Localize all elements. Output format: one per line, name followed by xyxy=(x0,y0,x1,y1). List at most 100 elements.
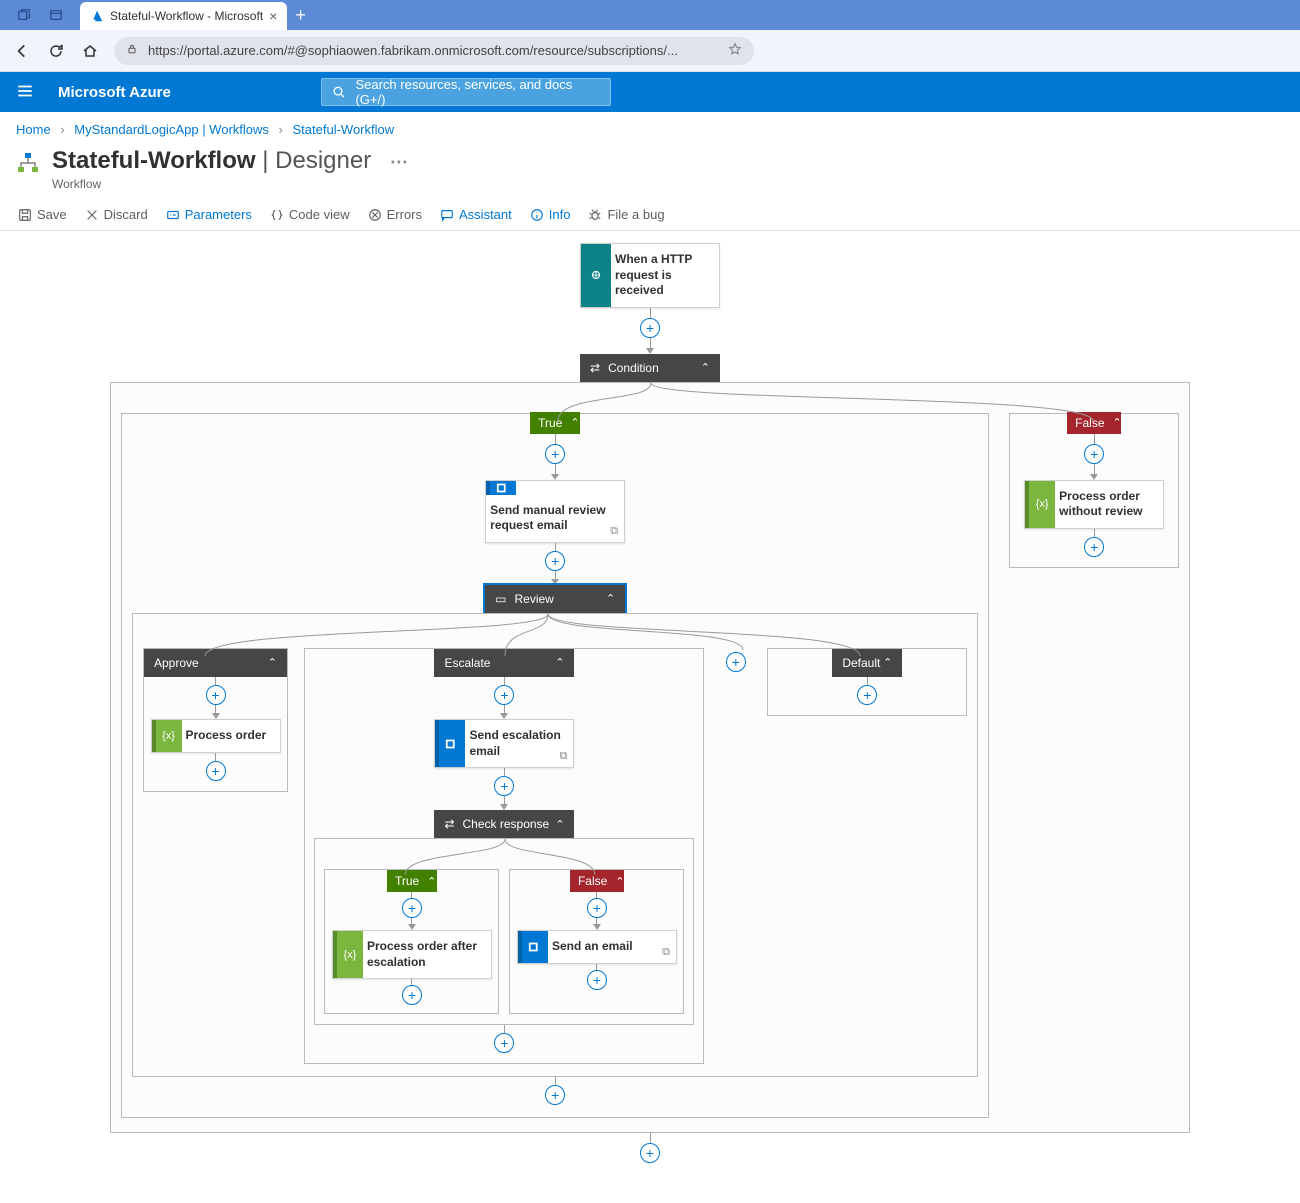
home-button[interactable] xyxy=(80,41,100,61)
url-box[interactable]: https://portal.azure.com/#@sophiaowen.fa… xyxy=(114,37,754,65)
browser-chrome: Stateful-Workflow - Microsoft × + xyxy=(0,0,1300,30)
add-button[interactable]: + xyxy=(494,776,514,796)
assistant-button[interactable]: Assistant xyxy=(440,207,512,222)
window-icon[interactable] xyxy=(14,5,34,25)
braces-icon xyxy=(270,208,284,222)
chevron-up-icon[interactable]: ⌃ xyxy=(606,592,615,605)
outlook-icon xyxy=(435,720,465,767)
add-button[interactable]: + xyxy=(206,685,226,705)
false-branch: False⌃ + {x} Process order without revie… xyxy=(1009,413,1179,568)
default-case: Default⌃ + xyxy=(767,648,967,716)
chevron-up-icon[interactable]: ⌃ xyxy=(701,361,710,374)
approve-case: Approve⌃ + {x} Process order + xyxy=(143,648,288,792)
add-button[interactable]: + xyxy=(545,444,565,464)
parameters-button[interactable]: Parameters xyxy=(166,207,252,222)
check-response-group: True⌃ + {x} Process order after xyxy=(314,838,694,1025)
add-button[interactable]: + xyxy=(402,985,422,1005)
process-order-without-review-node[interactable]: {x} Process order without review xyxy=(1024,480,1164,529)
azure-brand[interactable]: Microsoft Azure xyxy=(58,84,171,101)
approve-header[interactable]: Approve⌃ xyxy=(144,649,287,677)
discard-button[interactable]: Discard xyxy=(85,207,148,222)
chevron-up-icon[interactable]: ⌃ xyxy=(555,818,564,831)
link-icon: ⧉ xyxy=(662,946,670,959)
url-text: https://portal.azure.com/#@sophiaowen.fa… xyxy=(148,43,678,58)
false-chip[interactable]: False⌃ xyxy=(570,870,624,892)
variable-icon: {x} xyxy=(152,720,182,752)
lock-icon xyxy=(126,43,138,58)
default-header[interactable]: Default⌃ xyxy=(832,649,902,677)
breadcrumb-app[interactable]: MyStandardLogicApp | Workflows xyxy=(74,122,269,137)
breadcrumb-workflow[interactable]: Stateful-Workflow xyxy=(293,122,395,137)
inner-false-branch: False⌃ + xyxy=(509,869,684,1014)
chevron-right-icon: › xyxy=(279,122,283,137)
true-chip[interactable]: True⌃ xyxy=(530,412,580,434)
more-icon[interactable]: ⋯ xyxy=(390,152,408,172)
parameters-icon xyxy=(166,208,180,222)
browser-tab[interactable]: Stateful-Workflow - Microsoft × xyxy=(80,2,287,30)
false-chip[interactable]: False⌃ xyxy=(1067,412,1121,434)
add-button[interactable]: + xyxy=(587,898,607,918)
send-escalation-node[interactable]: Send escalation email ⧉ xyxy=(434,719,574,768)
info-button[interactable]: Info xyxy=(530,207,571,222)
process-order-node[interactable]: {x} Process order xyxy=(151,719,281,753)
file-bug-button[interactable]: File a bug xyxy=(588,207,664,222)
back-button[interactable] xyxy=(12,41,32,61)
breadcrumb-home[interactable]: Home xyxy=(16,122,51,137)
add-case-button[interactable]: + xyxy=(726,652,746,672)
add-button[interactable]: + xyxy=(857,685,877,705)
true-chip[interactable]: True⌃ xyxy=(387,870,437,892)
add-button[interactable]: + xyxy=(640,1143,660,1163)
check-response-node[interactable]: ⇄Check response ⌃ xyxy=(434,810,574,838)
tab-title: Stateful-Workflow - Microsoft xyxy=(110,9,263,23)
errors-button[interactable]: Errors xyxy=(368,207,422,222)
hamburger-icon[interactable] xyxy=(16,82,34,103)
page-title: Stateful-Workflow | Designer ⋯ xyxy=(52,147,408,175)
add-button[interactable]: + xyxy=(206,761,226,781)
condition-node[interactable]: ⇄Condition ⌃ xyxy=(580,354,720,382)
condition-icon: ⇄ xyxy=(444,817,454,831)
add-button[interactable]: + xyxy=(494,685,514,705)
link-icon: ⧉ xyxy=(610,525,618,538)
switch-icon: ▭ xyxy=(495,592,506,606)
close-icon[interactable]: × xyxy=(269,8,277,24)
info-icon xyxy=(530,208,544,222)
refresh-button[interactable] xyxy=(46,41,66,61)
chevron-up-icon: ⌃ xyxy=(883,656,892,669)
azure-top-bar: Microsoft Azure Search resources, servic… xyxy=(0,72,1300,112)
escalate-case: Escalate⌃ + Send escalation email xyxy=(304,648,704,1064)
add-button[interactable]: + xyxy=(640,318,660,338)
new-tab-button[interactable]: + xyxy=(295,5,306,26)
close-icon xyxy=(85,208,99,222)
designer-canvas[interactable]: When a HTTP request is received + ⇄Condi… xyxy=(0,231,1300,1203)
chat-icon xyxy=(440,208,454,222)
condition-group: True⌃ + Send manual review request email… xyxy=(110,382,1190,1134)
send-an-email-node[interactable]: Send an email ⧉ xyxy=(517,930,677,964)
add-button[interactable]: + xyxy=(1084,444,1104,464)
azure-favicon xyxy=(90,9,104,23)
outlook-icon xyxy=(486,481,516,495)
add-button[interactable]: + xyxy=(587,970,607,990)
add-button[interactable]: + xyxy=(545,551,565,571)
chevron-up-icon: ⌃ xyxy=(268,656,277,669)
save-icon xyxy=(18,208,32,222)
bug-icon xyxy=(588,208,602,222)
code-view-button[interactable]: Code view xyxy=(270,207,350,222)
tabs-icon[interactable] xyxy=(46,5,66,25)
add-button[interactable]: + xyxy=(402,898,422,918)
star-icon[interactable] xyxy=(728,42,742,59)
search-icon xyxy=(332,85,346,99)
send-manual-review-node[interactable]: Send manual review request email ⧉ xyxy=(485,480,625,543)
save-button[interactable]: Save xyxy=(18,207,67,222)
toolbar: Save Discard Parameters Code view Errors… xyxy=(0,199,1300,231)
review-node[interactable]: ▭Review ⌃ xyxy=(485,585,625,613)
search-input[interactable]: Search resources, services, and docs (G+… xyxy=(321,78,611,106)
trigger-node[interactable]: When a HTTP request is received xyxy=(580,243,720,308)
process-order-after-escalation-node[interactable]: {x} Process order after escalation xyxy=(332,930,492,979)
escalate-header[interactable]: Escalate⌃ xyxy=(434,649,574,677)
condition-icon: ⇄ xyxy=(590,361,600,375)
add-button[interactable]: + xyxy=(545,1085,565,1105)
add-button[interactable]: + xyxy=(494,1033,514,1053)
add-button[interactable]: + xyxy=(1084,537,1104,557)
inner-true-branch: True⌃ + {x} Process order after xyxy=(324,869,499,1014)
review-group: Approve⌃ + {x} Process order + xyxy=(132,613,978,1077)
